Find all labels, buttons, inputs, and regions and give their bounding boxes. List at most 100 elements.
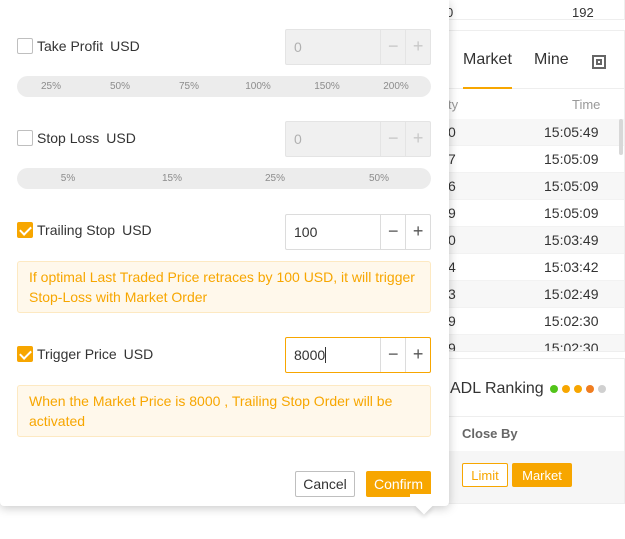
- stop-loss-preset[interactable]: 15%: [162, 173, 182, 184]
- table-row: 4 15:03:42: [426, 254, 624, 281]
- close-by-header: Close By: [462, 426, 518, 441]
- trailing-stop-checkbox[interactable]: [17, 222, 33, 238]
- take-profit-stepper: 0 − +: [285, 29, 431, 65]
- popover-arrow-cover: [410, 494, 440, 506]
- adl-dot: [586, 385, 594, 393]
- trigger-price-decrement-button[interactable]: −: [380, 338, 405, 372]
- take-profit-preset[interactable]: 200%: [383, 81, 409, 92]
- column-header-qty: ty: [448, 97, 459, 112]
- table-row: 0 15:03:49: [426, 227, 624, 254]
- top-card: 0 192: [425, 0, 625, 20]
- adl-column-header: Close By: [426, 416, 624, 450]
- stop-loss-preset[interactable]: 50%: [369, 173, 389, 184]
- trade-time: 15:05:49: [544, 124, 599, 140]
- trigger-price-checkbox[interactable]: [17, 346, 33, 362]
- table-row: 9 15:02:30: [426, 335, 624, 351]
- recent-trades-panel: Market Mine ty Time 0 15:05:49 7 15:05:09 …: [425, 30, 625, 352]
- take-profit-input: 0: [294, 39, 302, 55]
- table-row: 9 15:02:30: [426, 308, 624, 335]
- trade-qty: 3: [448, 286, 456, 302]
- tab-mine[interactable]: Mine: [534, 51, 569, 69]
- stop-loss-label: Stop Loss: [37, 130, 100, 146]
- table-row: 3 15:02:49: [426, 281, 624, 308]
- trade-time: 15:03:49: [544, 232, 599, 248]
- table-row: Limit Market: [426, 451, 624, 503]
- take-profit-checkbox[interactable]: [17, 38, 33, 54]
- trade-time: 15:05:09: [544, 151, 599, 167]
- stop-loss-option[interactable]: Stop Loss USD: [17, 130, 136, 146]
- take-profit-preset[interactable]: 75%: [179, 81, 199, 92]
- adl-dot: [598, 385, 606, 393]
- take-profit-label: Take Profit: [37, 38, 104, 54]
- trigger-price-increment-button[interactable]: +: [405, 338, 430, 372]
- take-profit-unit: USD: [110, 38, 140, 54]
- adl-dot: [562, 385, 570, 393]
- trigger-price-label: Trigger Price: [37, 346, 117, 362]
- trade-time: 15:02:30: [544, 340, 599, 351]
- trailing-stop-note: If optimal Last Traded Price retraces by…: [17, 261, 431, 313]
- trades-scrollbar[interactable]: [619, 119, 623, 155]
- trade-time: 15:02:49: [544, 286, 599, 302]
- trailing-stop-stepper: 100 − +: [285, 214, 431, 250]
- take-profit-preset[interactable]: 100%: [245, 81, 271, 92]
- take-profit-decrement-button: −: [380, 30, 405, 64]
- adl-indicator: [550, 385, 606, 393]
- trigger-price-input[interactable]: 8000: [286, 338, 380, 372]
- stop-loss-preset[interactable]: 25%: [265, 173, 285, 184]
- trade-qty: 7: [448, 151, 456, 167]
- trade-qty: 9: [448, 340, 456, 351]
- trigger-price-stepper: 8000 − +: [285, 337, 431, 373]
- table-row: 0 15:05:49: [426, 119, 624, 146]
- trade-time: 15:03:42: [544, 259, 599, 275]
- trade-qty: 0: [448, 124, 456, 140]
- close-limit-button[interactable]: Limit: [462, 463, 508, 487]
- stop-loss-preset-bar: 5% 15% 25% 50%: [17, 168, 431, 189]
- trailing-stop-unit: USD: [122, 222, 152, 238]
- trade-qty: 4: [448, 259, 456, 275]
- take-profit-preset-bar: 25% 50% 75% 100% 150% 200%: [17, 76, 431, 97]
- table-row: 9 15:05:09: [426, 200, 624, 227]
- close-market-button[interactable]: Market: [512, 463, 572, 487]
- text-caret: [325, 347, 327, 363]
- adl-dot: [574, 385, 582, 393]
- trailing-stop-option[interactable]: Trailing Stop USD: [17, 222, 152, 238]
- trade-time: 15:05:09: [544, 178, 599, 194]
- take-profit-preset[interactable]: 25%: [41, 81, 61, 92]
- trades-list: 0 15:05:49 7 15:05:09 6 15:05:09 9 15:05:09 …: [426, 119, 624, 351]
- stop-loss-input: 0: [294, 131, 302, 147]
- cancel-button[interactable]: Cancel: [295, 471, 355, 497]
- trades-tabs: Market Mine: [426, 31, 624, 89]
- adl-dot: [550, 385, 558, 393]
- trade-qty: 9: [448, 313, 456, 329]
- trade-time: 15:02:30: [544, 313, 599, 329]
- trailing-stop-input[interactable]: 100: [286, 215, 380, 249]
- trailing-stop-decrement-button[interactable]: −: [380, 215, 405, 249]
- table-row: 7 15:05:09: [426, 146, 624, 173]
- trade-time: 15:05:09: [544, 205, 599, 221]
- stop-loss-unit: USD: [106, 130, 136, 146]
- adl-panel: ADL Ranking Close By Limit Market: [425, 358, 625, 504]
- trigger-price-note: When the Market Price is 8000 , Trailing…: [17, 385, 431, 437]
- take-profit-preset[interactable]: 50%: [110, 81, 130, 92]
- column-header-time: Time: [572, 97, 601, 112]
- stop-loss-checkbox[interactable]: [17, 130, 33, 146]
- table-row: 6 15:05:09: [426, 173, 624, 200]
- stop-loss-increment-button: +: [405, 122, 430, 156]
- stop-loss-preset[interactable]: 5%: [61, 173, 75, 184]
- trailing-stop-increment-button[interactable]: +: [405, 215, 430, 249]
- top-card-right-value: 192: [572, 5, 594, 20]
- trigger-price-option[interactable]: Trigger Price USD: [17, 346, 153, 362]
- trigger-price-unit: USD: [123, 346, 154, 362]
- trade-qty: 9: [448, 205, 456, 221]
- adl-title: ADL Ranking: [450, 380, 544, 397]
- tab-market[interactable]: Market: [463, 51, 512, 89]
- stop-loss-decrement-button: −: [380, 122, 405, 156]
- take-profit-option[interactable]: Take Profit USD: [17, 38, 140, 54]
- trade-qty: 6: [448, 178, 456, 194]
- stop-loss-stepper: 0 − +: [285, 121, 431, 157]
- trigger-price-value: 8000: [294, 347, 326, 363]
- take-profit-increment-button: +: [405, 30, 430, 64]
- trailing-stop-label: Trailing Stop: [37, 222, 116, 238]
- expand-icon[interactable]: [592, 55, 606, 69]
- take-profit-preset[interactable]: 150%: [314, 81, 340, 92]
